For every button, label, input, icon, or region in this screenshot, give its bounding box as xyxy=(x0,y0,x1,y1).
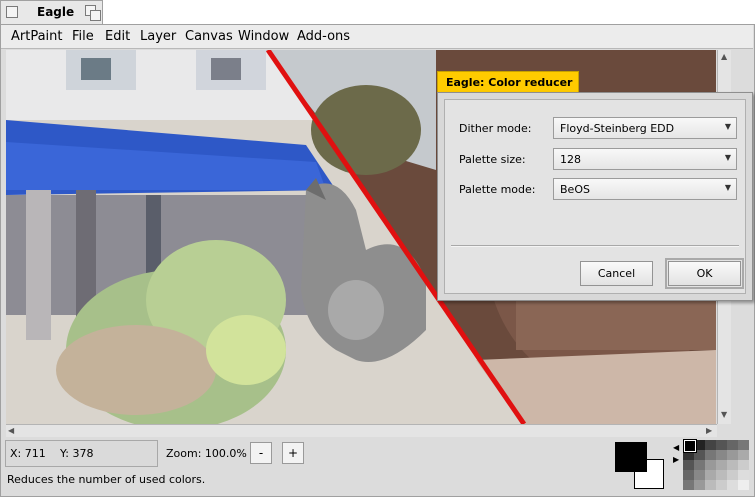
palette-size-value: 128 xyxy=(560,153,581,166)
palette-size-label: Palette size: xyxy=(459,153,526,166)
zoom-in-button[interactable]: + xyxy=(282,442,304,464)
menu-canvas[interactable]: Canvas xyxy=(185,29,233,44)
arrow-down-icon[interactable]: ▼ xyxy=(721,410,727,419)
dither-mode-value: Floyd-Steinberg EDD xyxy=(560,122,675,135)
y-coordinate: Y: 378 xyxy=(60,447,94,460)
dialog-title: Eagle: Color reducer xyxy=(446,76,573,89)
foreground-color-swatch[interactable] xyxy=(615,442,647,472)
palette-swatch[interactable] xyxy=(716,480,727,490)
dialog-panel: Dither mode: Floyd-Steinberg EDD ▼ Palet… xyxy=(444,99,746,294)
menu-layer[interactable]: Layer xyxy=(140,29,176,44)
horizontal-scrollbar[interactable]: ◀ ▶ xyxy=(6,424,717,437)
palette-swatch[interactable] xyxy=(727,460,738,470)
palette-swatch[interactable] xyxy=(716,470,727,480)
dither-mode-select[interactable]: Floyd-Steinberg EDD ▼ xyxy=(553,117,737,139)
x-coordinate: X: 711 xyxy=(10,447,46,460)
close-icon[interactable] xyxy=(6,6,18,18)
palette-swatch[interactable] xyxy=(683,460,694,470)
ok-button[interactable]: OK xyxy=(665,258,744,289)
zoom-window-icon[interactable] xyxy=(85,5,101,21)
palette-swatch[interactable] xyxy=(705,440,716,450)
palette-swatch[interactable] xyxy=(727,440,738,450)
palette-swatch[interactable] xyxy=(683,470,694,480)
palette-swatch[interactable] xyxy=(738,440,749,450)
palette-arrows[interactable]: ◀ ▶ xyxy=(673,442,679,466)
menu-file[interactable]: File xyxy=(72,29,94,44)
menu-edit[interactable]: Edit xyxy=(105,29,130,44)
menu-artpaint[interactable]: ArtPaint xyxy=(11,29,63,44)
palette-swatch[interactable] xyxy=(738,450,749,460)
palette-swatch[interactable] xyxy=(705,450,716,460)
chevron-down-icon: ▼ xyxy=(724,183,731,192)
dialog-tab[interactable]: Eagle: Color reducer xyxy=(437,71,579,93)
palette-swatch[interactable] xyxy=(705,470,716,480)
palette-swatch[interactable] xyxy=(705,480,716,490)
cancel-button[interactable]: Cancel xyxy=(580,261,653,286)
palette-size-select[interactable]: 128 ▼ xyxy=(553,148,737,170)
menu-addons[interactable]: Add-ons xyxy=(297,29,350,44)
menu-bar: ArtPaint File Edit Layer Canvas Window A… xyxy=(1,25,753,49)
palette-swatch[interactable] xyxy=(716,450,727,460)
dither-mode-label: Dither mode: xyxy=(459,122,532,135)
palette-swatch[interactable] xyxy=(694,460,705,470)
palette-swatch[interactable] xyxy=(738,480,749,490)
palette-swatch[interactable] xyxy=(683,480,694,490)
palette-swatch[interactable] xyxy=(694,480,705,490)
coordinates-box: X: 711 Y: 378 xyxy=(5,440,158,467)
menu-window[interactable]: Window xyxy=(238,29,289,44)
palette-swatch[interactable] xyxy=(727,450,738,460)
palette-swatch[interactable] xyxy=(727,470,738,480)
arrow-right-icon[interactable]: ▶ xyxy=(706,426,712,435)
palette-mode-value: BeOS xyxy=(560,183,590,196)
chevron-down-icon: ▼ xyxy=(724,153,731,162)
window-tab[interactable]: Eagle xyxy=(0,0,103,24)
palette-swatch[interactable] xyxy=(716,460,727,470)
chevron-down-icon: ▼ xyxy=(724,122,731,131)
palette-swatch[interactable] xyxy=(716,440,727,450)
palette-swatch[interactable] xyxy=(738,470,749,480)
zoom-out-button[interactable]: - xyxy=(250,442,272,464)
palette-swatch[interactable] xyxy=(738,460,749,470)
palette-swatch[interactable] xyxy=(694,470,705,480)
window-title: Eagle xyxy=(37,5,75,19)
arrow-left-icon[interactable]: ◀ xyxy=(8,426,14,435)
status-message: Reduces the number of used colors. xyxy=(7,473,206,486)
palette-mode-label: Palette mode: xyxy=(459,183,536,196)
dialog-divider xyxy=(451,245,739,247)
zoom-level: Zoom: 100.0% xyxy=(166,447,247,460)
color-reducer-dialog: Dither mode: Floyd-Steinberg EDD ▼ Palet… xyxy=(437,92,753,301)
palette-selected-swatch[interactable] xyxy=(683,439,697,453)
arrow-up-icon[interactable]: ▲ xyxy=(721,52,727,61)
palette-swatch[interactable] xyxy=(727,480,738,490)
palette-swatch[interactable] xyxy=(705,460,716,470)
palette-mode-select[interactable]: BeOS ▼ xyxy=(553,178,737,200)
